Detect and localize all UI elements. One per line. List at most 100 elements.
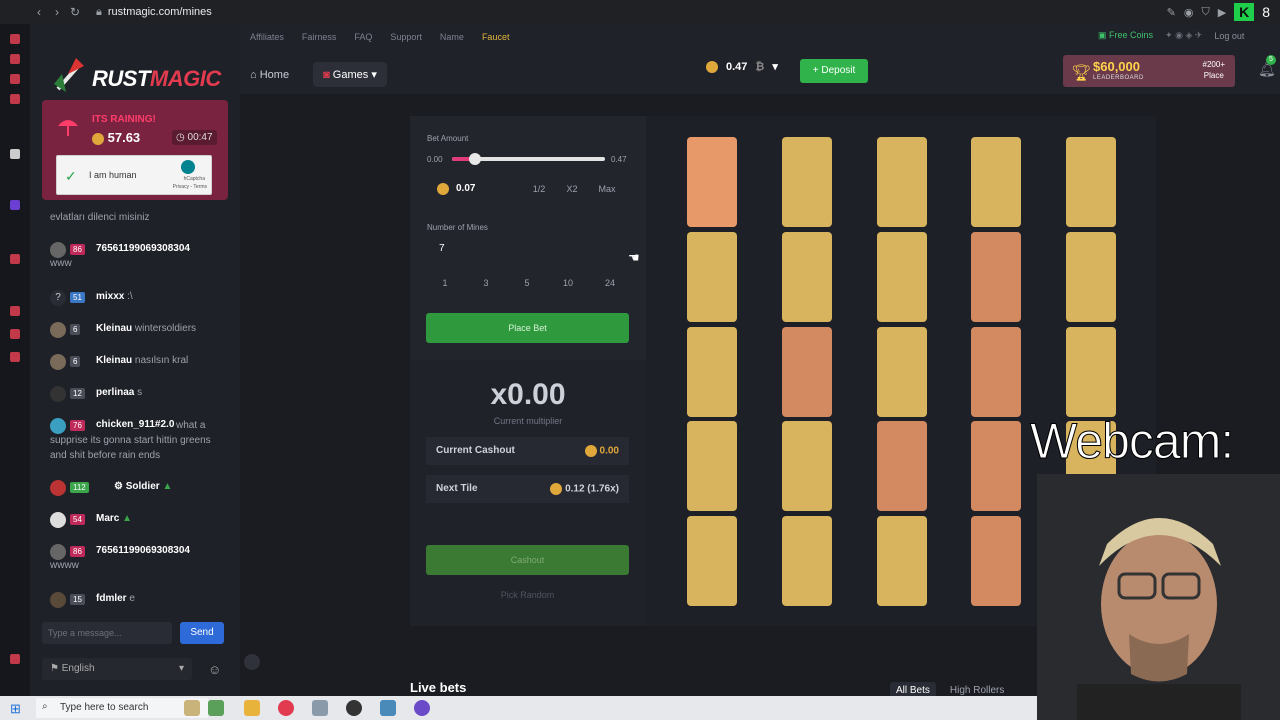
avatar[interactable]: ? — [50, 290, 66, 306]
social-icons[interactable]: ✦ ◉ ◈ ✈ — [1165, 30, 1202, 41]
mine-tile[interactable] — [971, 516, 1021, 606]
forward-icon[interactable]: › — [48, 5, 66, 19]
nav-link-faucet[interactable]: Faucet — [482, 32, 510, 42]
send-button[interactable]: Send — [180, 622, 224, 644]
nav-link-affiliates[interactable]: Affiliates — [250, 32, 284, 42]
balance-display[interactable]: 0.47 ₿ ▾ — [706, 60, 778, 73]
mine-tile[interactable] — [1066, 327, 1116, 417]
mine-tile[interactable] — [687, 516, 737, 606]
shield-icon[interactable]: ⛉ — [1201, 6, 1209, 19]
avatar[interactable] — [50, 354, 66, 370]
mine-tile[interactable] — [687, 232, 737, 322]
check-icon[interactable]: ✓ — [65, 168, 77, 185]
mine-tile[interactable] — [971, 137, 1021, 227]
taskbar-app-icon[interactable] — [380, 700, 396, 716]
place-bet-button[interactable]: Place Bet — [426, 313, 629, 343]
nav-home[interactable]: ⌂ Home — [250, 69, 289, 81]
chat-username[interactable]: Marc ▲ — [96, 513, 132, 524]
mine-tile[interactable] — [877, 327, 927, 417]
avatar[interactable] — [50, 512, 66, 528]
taskbar-app-icon[interactable] — [414, 700, 430, 716]
rail-icon-10[interactable] — [10, 352, 20, 362]
taskbar-app-icon[interactable] — [312, 700, 328, 716]
mines-preset-1[interactable]: 1 — [430, 278, 460, 288]
mine-tile[interactable] — [687, 137, 737, 227]
pick-random-button[interactable]: Pick Random — [426, 590, 629, 600]
mine-tile[interactable] — [687, 327, 737, 417]
chat-username[interactable]: 76561199069308304 — [96, 243, 190, 254]
avatar[interactable] — [50, 322, 66, 338]
opera-icon[interactable] — [278, 700, 294, 716]
nav-link-support[interactable]: Support — [390, 32, 422, 42]
mines-preset-5[interactable]: 5 — [512, 278, 542, 288]
captcha-links[interactable]: Privacy - Terms — [173, 184, 207, 190]
max-button[interactable]: Max — [594, 184, 620, 194]
half-button[interactable]: 1/2 — [527, 184, 551, 194]
mine-tile[interactable] — [782, 327, 832, 417]
reload-icon[interactable]: ↻ — [66, 5, 84, 19]
taskbar-app-icon[interactable] — [184, 700, 200, 716]
chat-username[interactable]: perlinaa s — [96, 387, 142, 398]
nav-games[interactable]: ◙ Games ▾ — [313, 62, 387, 87]
rail-icon-11[interactable] — [10, 654, 20, 664]
mine-tile[interactable] — [877, 137, 927, 227]
chat-username[interactable]: Kleinau nasılsın kral — [96, 355, 188, 366]
rail-icon-5[interactable] — [10, 149, 20, 159]
mines-input[interactable]: 7 — [427, 236, 629, 262]
mine-tile[interactable] — [877, 516, 927, 606]
chat-username[interactable]: 76561199069308304 — [96, 545, 190, 556]
rail-icon-9[interactable] — [10, 329, 20, 339]
camera-icon[interactable]: ◉ — [1184, 6, 1194, 19]
taskbar-app-icon[interactable] — [208, 700, 224, 716]
leaderboard-banner[interactable]: 🏆︎ $60,000 LEADERBOARD #200+ Place — [1063, 55, 1235, 87]
windows-start-icon[interactable]: ⊞ — [10, 701, 21, 717]
logout-link[interactable]: Log out — [1214, 31, 1244, 41]
double-button[interactable]: X2 — [560, 184, 584, 194]
cashout-button[interactable]: Cashout — [426, 545, 629, 575]
avatar[interactable] — [50, 480, 66, 496]
mine-tile[interactable] — [782, 516, 832, 606]
mine-tile[interactable] — [971, 327, 1021, 417]
avatar[interactable] — [50, 592, 66, 608]
chat-username[interactable]: fdmler e — [96, 593, 135, 604]
chat-username[interactable]: Kleinau wintersoldiers — [96, 323, 196, 334]
taskbar-app-icon[interactable] — [346, 700, 362, 716]
chat-bubble-icon[interactable] — [244, 654, 260, 670]
captcha-widget[interactable]: ✓ I am human hCaptcha Privacy - Terms — [56, 155, 212, 195]
edit-icon[interactable]: ✎ — [1167, 6, 1176, 19]
nav-link-faq[interactable]: FAQ — [354, 32, 372, 42]
address-bar[interactable]: 🔒︎ rustmagic.com/mines — [96, 4, 212, 20]
mine-tile[interactable] — [971, 421, 1021, 511]
free-coins-link[interactable]: ▣ Free Coins — [1098, 30, 1153, 41]
back-icon[interactable]: ‹ — [30, 5, 48, 19]
mine-tile[interactable] — [782, 232, 832, 322]
emoji-icon[interactable]: ☺ — [208, 662, 221, 677]
chat-username[interactable]: mixxx :\ — [96, 291, 133, 302]
rail-icon-2[interactable] — [10, 54, 20, 64]
deposit-button[interactable]: + Deposit — [800, 59, 868, 83]
k-extension-icon[interactable]: K — [1234, 3, 1255, 21]
mine-tile[interactable] — [1066, 137, 1116, 227]
rail-icon-3[interactable] — [10, 74, 20, 84]
bell-icon[interactable]: 🔔︎ 5 — [1258, 55, 1276, 78]
mine-tile[interactable] — [877, 232, 927, 322]
avatar[interactable] — [50, 544, 66, 560]
chat-username[interactable]: ⚙ Soldier ▲ — [114, 481, 172, 492]
chat-input[interactable]: Type a message... — [42, 622, 172, 644]
rail-icon-8[interactable] — [10, 306, 20, 316]
mines-preset-10[interactable]: 10 — [553, 278, 583, 288]
mine-tile[interactable] — [877, 421, 927, 511]
rail-icon-1[interactable] — [10, 34, 20, 44]
site-logo[interactable]: RUSTMAGIC — [50, 44, 250, 94]
nav-link-fairness[interactable]: Fairness — [302, 32, 337, 42]
nav-link-name[interactable]: Name — [440, 32, 464, 42]
mine-tile[interactable] — [1066, 232, 1116, 322]
play-icon[interactable]: ▶ — [1218, 6, 1226, 19]
mine-tile[interactable] — [971, 232, 1021, 322]
bet-amount-field[interactable]: 0.07 — [427, 178, 517, 200]
avatar[interactable] — [50, 386, 66, 402]
rail-icon-4[interactable] — [10, 94, 20, 104]
mines-preset-3[interactable]: 3 — [471, 278, 501, 288]
mine-tile[interactable] — [687, 421, 737, 511]
slider-handle[interactable] — [468, 153, 481, 165]
